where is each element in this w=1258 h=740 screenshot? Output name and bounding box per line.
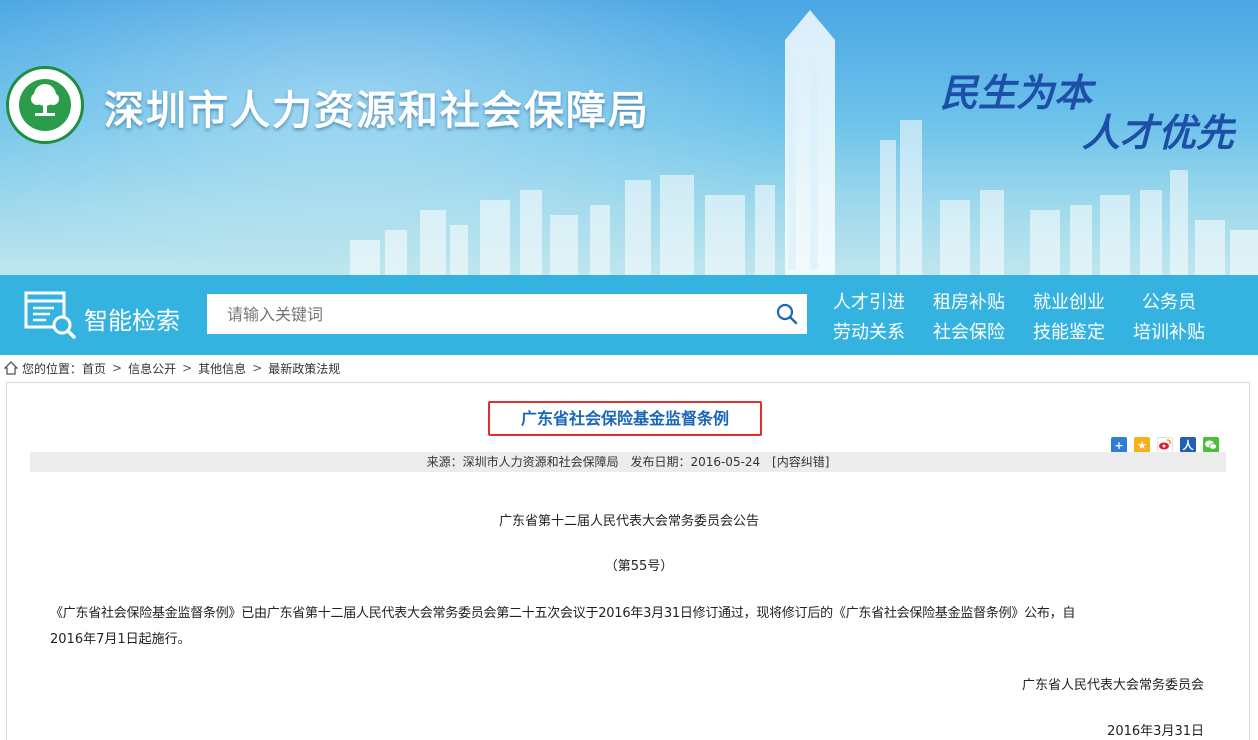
breadcrumb-separator: >	[252, 361, 263, 375]
quick-link-skill-appraisal[interactable]: 技能鉴定	[1033, 318, 1105, 344]
announcement-number: （第55号）	[604, 559, 674, 574]
wechat-icon[interactable]	[1203, 437, 1219, 453]
slogan-line1: 民生为本	[940, 70, 1093, 115]
quick-link-talent-intro[interactable]: 人才引进	[833, 288, 905, 314]
breadcrumb-item-home[interactable]: 首页	[82, 360, 106, 377]
renren-icon[interactable]: 人	[1180, 437, 1196, 453]
quick-link-training-subsidy[interactable]: 培训补贴	[1133, 318, 1205, 344]
home-icon	[4, 361, 18, 375]
header-banner: 深圳市人力资源和社会保障局 民生为本 人才优先	[0, 0, 1258, 275]
breadcrumb-prefix: 您的位置：	[22, 361, 83, 376]
weibo-icon[interactable]	[1157, 437, 1173, 453]
search-input[interactable]	[207, 294, 807, 334]
article-body-line1: 《广东省社会保险基金监督条例》已由广东省第十二届人民代表大会常务委员会第二十五次…	[50, 606, 1076, 621]
quick-link-rent-subsidy[interactable]: 租房补贴	[933, 288, 1005, 314]
announcement-heading: 广东省第十二届人民代表大会常务委员会公告	[498, 514, 759, 529]
breadcrumb-item-info-public[interactable]: 信息公开	[128, 360, 176, 377]
search-icon	[776, 303, 798, 325]
article-signature: 广东省人民代表大会常务委员会	[1021, 678, 1204, 693]
document-search-icon	[24, 291, 76, 339]
tree-emblem-icon	[31, 84, 59, 116]
search-label: 智能检索	[84, 307, 180, 335]
breadcrumb: 您的位置： 首页 > 信息公开 > 其他信息 > 最新政策法规	[4, 359, 340, 377]
article-source: 来源：深圳市人力资源和社会保障局	[426, 455, 619, 469]
search-bar: 智能检索 人才引进 租房补贴 就业创业 公务员 劳动关系 社会保险 技能鉴定 培…	[0, 275, 1258, 355]
quick-link-social-insurance[interactable]: 社会保险	[933, 318, 1005, 344]
quick-link-employment[interactable]: 就业创业	[1033, 288, 1105, 314]
breadcrumb-separator: >	[182, 361, 193, 375]
article-date: 发布日期：2016-05-24	[630, 455, 761, 469]
quick-link-labor-relations[interactable]: 劳动关系	[833, 318, 905, 344]
content-error-link[interactable]: [内容纠错]	[772, 455, 829, 469]
article-title: 广东省社会保险基金监督条例	[520, 409, 729, 428]
site-title[interactable]: 深圳市人力资源和社会保障局	[104, 78, 650, 136]
breadcrumb-item-latest-policy[interactable]: 最新政策法规	[268, 360, 340, 377]
article-body-line2: 2016年7月1日起施行。	[50, 632, 191, 647]
search-button[interactable]	[767, 294, 807, 334]
quick-link-civil-servant[interactable]: 公务员	[1142, 288, 1196, 314]
slogan-line2: 人才优先	[1082, 110, 1235, 155]
breadcrumb-item-other-info[interactable]: 其他信息	[198, 360, 246, 377]
share-plus-icon[interactable]: +	[1111, 437, 1127, 453]
article-sign-date: 2016年3月31日	[1107, 724, 1204, 739]
breadcrumb-separator: >	[112, 361, 123, 375]
bureau-logo[interactable]	[6, 66, 84, 144]
qzone-icon[interactable]: ★	[1134, 437, 1150, 453]
article-meta-bar: 来源：深圳市人力资源和社会保障局 发布日期：2016-05-24 [内容纠错]	[30, 452, 1226, 472]
